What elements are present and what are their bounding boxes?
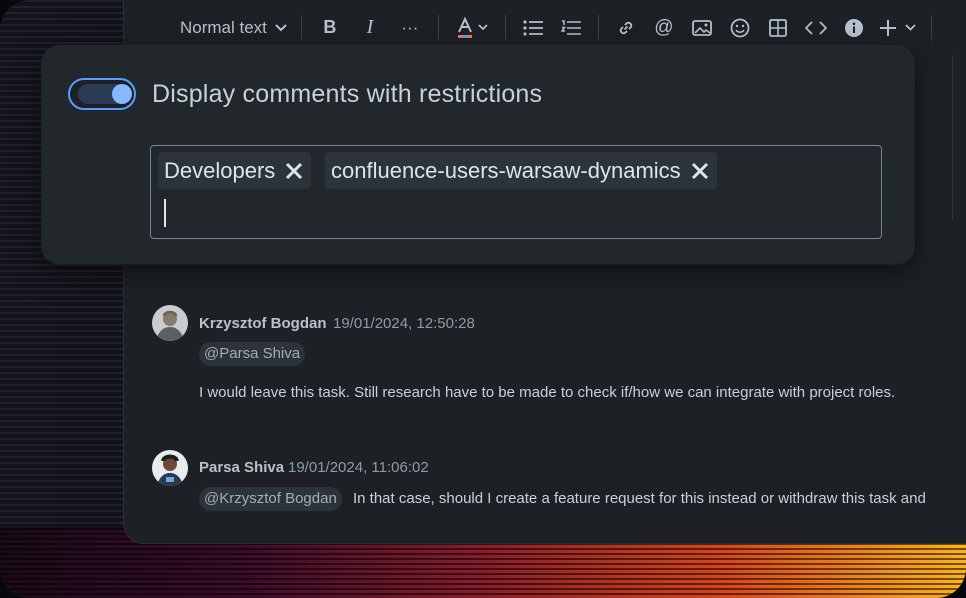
emoji-icon: [730, 18, 750, 37]
toolbar-separator: [504, 14, 506, 41]
text-color-icon: [456, 16, 488, 39]
table-button[interactable]: [759, 12, 797, 44]
toggle-label: Display comments with restrictions: [152, 80, 543, 108]
bullet-list-icon: [523, 19, 543, 36]
tag-confluence-users: confluence-users-warsaw-dynamics: [325, 152, 717, 189]
close-icon[interactable]: [285, 162, 303, 180]
comment-timestamp: 19/01/2024, 12:50:28: [333, 315, 475, 332]
tag-label: confluence-users-warsaw-dynamics: [331, 157, 681, 183]
avatar[interactable]: [152, 305, 188, 341]
plus-icon: [880, 19, 897, 36]
comment-timestamp: 19/01/2024, 11:06:02: [288, 459, 429, 476]
image-button[interactable]: [683, 12, 721, 44]
comment-author[interactable]: Parsa Shiva: [199, 459, 284, 476]
text-color-button[interactable]: [447, 12, 497, 44]
numbered-list-icon: [560, 19, 581, 35]
text-cursor: [164, 199, 166, 227]
info-button[interactable]: [835, 12, 873, 44]
chevron-down-icon: [275, 23, 287, 32]
tag-label: Developers: [164, 157, 276, 183]
comment-body: In that case, should I create a feature …: [353, 490, 926, 507]
comment-author[interactable]: Krzysztof Bogdan: [199, 315, 327, 332]
mention-chip[interactable]: @Krzysztof Bogdan: [199, 487, 342, 511]
toggle-knob: [112, 84, 132, 104]
toolbar-separator: [437, 14, 439, 41]
emoji-button[interactable]: [721, 12, 759, 44]
text-style-dropdown[interactable]: Normal text: [174, 12, 293, 44]
more-formatting-button[interactable]: ···: [390, 12, 430, 44]
panel-divider: [952, 55, 953, 220]
info-icon: [844, 18, 863, 37]
toolbar-separator: [597, 14, 599, 41]
code-button[interactable]: [797, 12, 835, 44]
bold-button[interactable]: B: [310, 12, 350, 44]
bullet-list-button[interactable]: [514, 12, 552, 44]
mention-chip[interactable]: @Parsa Shiva: [199, 342, 306, 366]
restrictions-toggle[interactable]: [68, 78, 136, 110]
table-icon: [769, 18, 787, 37]
avatar[interactable]: [152, 450, 188, 486]
comment-body: I would leave this task. Still research …: [199, 384, 896, 401]
image-icon: [692, 19, 712, 36]
numbered-list-button[interactable]: [552, 12, 590, 44]
link-button[interactable]: [607, 12, 645, 44]
close-icon[interactable]: [691, 162, 709, 180]
link-icon: [619, 21, 633, 34]
toolbar-separator: [300, 14, 302, 41]
tag-developers: Developers: [158, 152, 312, 189]
chevron-down-icon: [905, 24, 917, 31]
code-icon: [804, 20, 827, 35]
toolbar-separator: [930, 14, 932, 41]
text-style-label: Normal text: [180, 17, 267, 37]
mention-button[interactable]: @: [645, 12, 683, 44]
insert-button[interactable]: [873, 12, 923, 44]
italic-button[interactable]: I: [350, 12, 390, 44]
